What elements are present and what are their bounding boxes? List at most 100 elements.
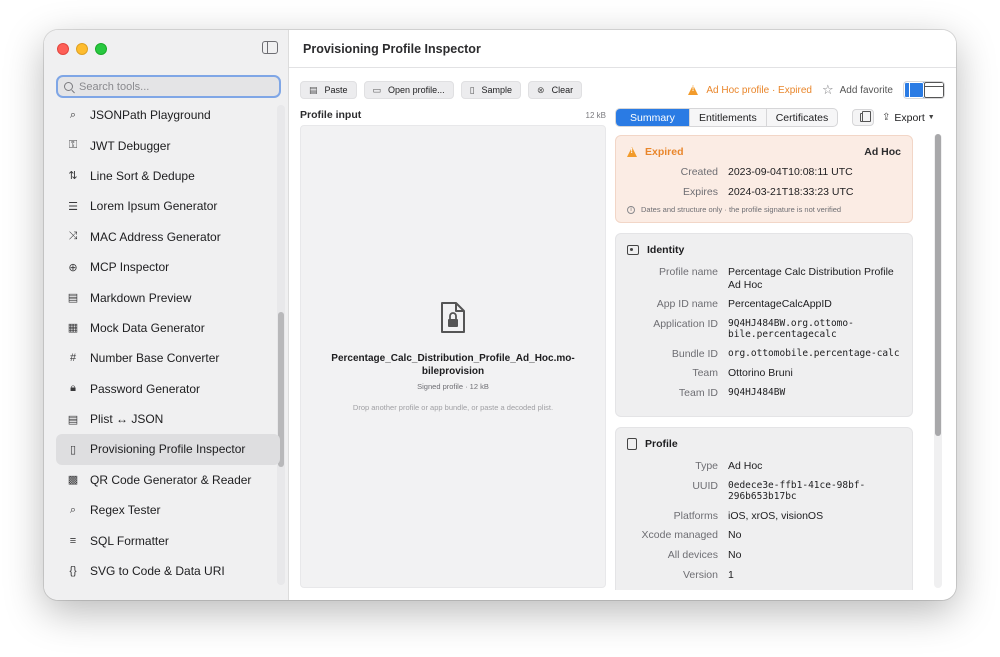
detail-value[interactable]: PercentageCalcAppID	[728, 298, 901, 311]
detail-key: Expires	[682, 185, 718, 198]
document-icon: ▤	[67, 292, 79, 305]
sidebar-toggle-icon[interactable]	[262, 41, 278, 54]
sidebar-item-label: Regex Tester	[90, 503, 161, 518]
tab-summary[interactable]: Summary	[616, 109, 690, 126]
sample-button[interactable]: ▯ Sample	[460, 81, 522, 99]
sidebar-item-label: SQL Formatter	[90, 533, 169, 548]
sidebar-item-label: Plist ↔ JSON	[90, 412, 164, 427]
sidebar-item-label: Provisioning Profile Inspector	[90, 442, 246, 457]
detail-value[interactable]: 2023-09-04T10:08:11 UTC	[728, 166, 901, 179]
add-favorite-button[interactable]: ☆ Add favorite	[822, 82, 893, 98]
sidebar-item[interactable]: ≡ SQL Formatter	[56, 525, 280, 555]
magnifier-code-icon: ⌕	[69, 108, 77, 121]
input-size: 12 kB	[585, 110, 606, 120]
clear-button[interactable]: ⊗ Clear	[528, 81, 583, 99]
profile-drop-zone[interactable]: Percentage_Calc_Distribution_Profile_Ad_…	[300, 125, 606, 588]
sidebar-item[interactable]: ⤨ MAC Address Generator	[56, 222, 280, 252]
globe-icon: ⊕	[68, 261, 78, 274]
align-lines-icon: ≡	[69, 534, 77, 547]
detail-row: Team Ottorino Bruni	[627, 367, 901, 380]
detail-value[interactable]: Ottorino Bruni	[728, 367, 901, 380]
sidebar-item[interactable]: ⌕ Regex Tester	[56, 495, 280, 525]
sidebar-item[interactable]: ⇅ Line Sort & Dedupe	[56, 161, 280, 191]
detail-row: Bundle ID org.ottomobile.percentage-calc	[627, 348, 901, 361]
detail-value[interactable]: org.ottomobile.percentage-calc	[728, 348, 901, 361]
search-input[interactable]	[79, 80, 259, 93]
detail-value[interactable]: 0edece3e-ffb1-41ce-98bf-296b653b17bc	[728, 480, 901, 503]
sidebar-item-label: Mock Data Generator	[90, 320, 205, 335]
detail-value[interactable]: 9Q4HJ484BW	[728, 387, 901, 400]
sidebar-item-label: QR Code Generator & Reader	[90, 472, 252, 487]
export-button[interactable]: ⇪ Export ▼	[882, 109, 935, 126]
input-header: Profile input 12 kB	[300, 109, 606, 121]
close-window-button[interactable]	[57, 43, 69, 55]
sidebar-item-label: MCP Inspector	[90, 260, 170, 275]
detail-value[interactable]: Ad Hoc	[728, 460, 901, 473]
verification-note-text: Dates and structure only · the profile s…	[641, 205, 842, 215]
share-icon: ⇪	[882, 112, 891, 123]
detail-value[interactable]: 1	[728, 569, 901, 582]
split-horizontal-button[interactable]	[924, 82, 944, 98]
detail-key: Version	[682, 568, 718, 581]
sidebar-item[interactable]: ⊕ MCP Inspector	[56, 252, 280, 282]
sidebar-item[interactable]: 🔒︎ Password Generator	[56, 374, 280, 404]
detail-key: Bundle ID	[671, 347, 718, 360]
document-icon: ▯	[469, 84, 475, 95]
drop-hint: Drop another profile or app bundle, or p…	[352, 403, 554, 412]
tool-list: ⌕ JSONPath Playground ⚿ JWT Debugger ⇅ Line S…	[56, 100, 280, 600]
detail-value[interactable]: iOS, xrOS, visionOS	[728, 510, 901, 523]
sort-arrows-icon: ⇅	[68, 170, 78, 183]
tab-certificates[interactable]: Certificates	[767, 109, 838, 126]
identity-rows: Profile name Percentage Calc Distribution…	[627, 266, 901, 399]
detail-value[interactable]: Percentage Calc Distribution Profile Ad …	[728, 266, 901, 291]
magnifier-icon: ⌕	[69, 503, 77, 516]
open-profile-button[interactable]: ▭ Open profile...	[363, 81, 454, 99]
detail-row: Platforms iOS, xrOS, visionOS	[627, 510, 901, 523]
sidebar: ⌕ JSONPath Playground ⚿ JWT Debugger ⇅ Line S…	[44, 30, 289, 600]
file-meta: Signed profile · 12 kB	[417, 382, 489, 391]
sidebar-item-label: JWT Debugger	[90, 138, 171, 153]
file-name: Percentage_Calc_Distribution_Profile_Ad_…	[331, 353, 575, 377]
detail-value[interactable]: 2024-03-21T18:33:23 UTC	[728, 186, 901, 199]
profile-card: Profile Type Ad Hoc UUID 0edece3e-ffb1-41ce…	[615, 427, 913, 590]
sidebar-item[interactable]: ⚿ JWT Debugger	[56, 130, 280, 160]
braces-icon: {}	[69, 565, 77, 578]
export-label: Export	[894, 111, 925, 124]
detail-key: Created	[680, 166, 718, 178]
detail-value[interactable]: 9Q4HJ484BW.org.ottomo-bile.percentagecal…	[728, 318, 901, 341]
sidebar-item[interactable]: ▩ QR Code Generator & Reader	[56, 465, 280, 495]
sidebar-item[interactable]: ⌕ JSONPath Playground	[56, 100, 280, 130]
sidebar-item[interactable]: ▦ Mock Data Generator	[56, 313, 280, 343]
clear-label: Clear	[551, 85, 574, 95]
tab-entitlements[interactable]: Entitlements	[690, 109, 767, 126]
folder-icon: ▭	[372, 84, 382, 95]
sidebar-item[interactable]: {} SVG to Code & Data URI	[56, 556, 280, 586]
zoom-window-button[interactable]	[95, 43, 107, 55]
warning-icon	[688, 85, 699, 95]
layout-toggle	[903, 81, 945, 99]
text-lines-icon: ☰	[68, 200, 78, 213]
minimize-window-button[interactable]	[76, 43, 88, 55]
paste-button[interactable]: ▤ Paste	[300, 81, 357, 99]
search-field[interactable]	[56, 75, 281, 98]
copy-icon	[859, 111, 871, 122]
summary-scrollbar[interactable]	[935, 134, 941, 436]
star-icon: ☆	[821, 82, 834, 97]
verification-note: i Dates and structure only · the profile…	[627, 205, 901, 214]
sidebar-item[interactable]: ☰ Lorem Ipsum Generator	[56, 191, 280, 221]
split-vertical-button[interactable]	[904, 82, 924, 98]
sidebar-item[interactable]: ▯ Provisioning Profile Inspector	[56, 434, 280, 465]
clear-x-icon: ⊗	[537, 84, 545, 95]
sidebar-item-label: Password Generator	[90, 381, 201, 396]
sidebar-item[interactable]: ▤ Plist ↔ JSON	[56, 404, 280, 434]
sidebar-item[interactable]: ▤ Markdown Preview	[56, 282, 280, 312]
identity-title: Identity	[647, 244, 685, 256]
sidebar-item[interactable]: # Number Base Converter	[56, 343, 280, 373]
copy-button[interactable]	[852, 109, 874, 126]
detail-value[interactable]: No	[728, 549, 901, 562]
profile-status-text: Ad Hoc profile · Expired	[706, 84, 812, 96]
list-icon: ▤	[67, 413, 79, 426]
lock-icon: 🔒︎	[70, 382, 76, 395]
detail-value[interactable]: No	[728, 529, 901, 542]
profile-title: Profile	[645, 438, 678, 451]
